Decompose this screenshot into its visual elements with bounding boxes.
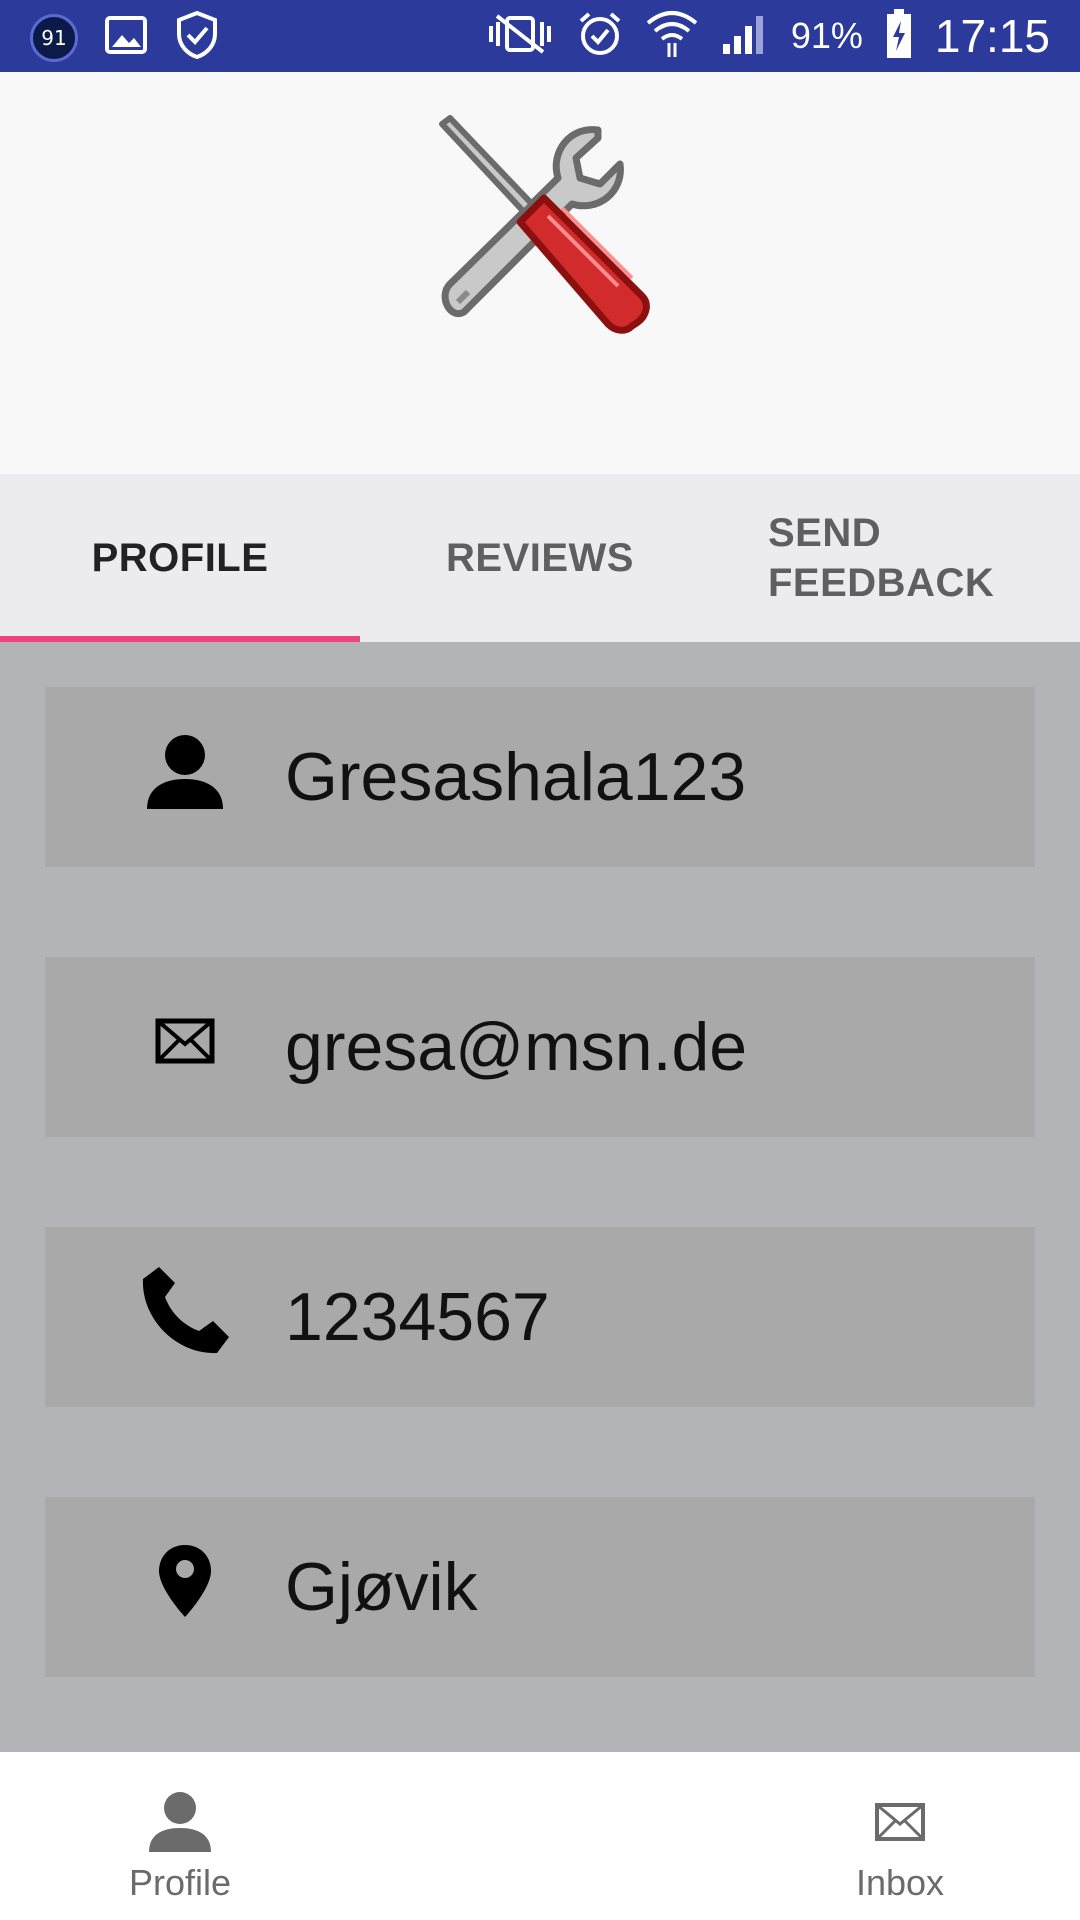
nav-profile-label: Profile: [128, 1862, 232, 1903]
nav-inbox-label: Inbox: [855, 1862, 945, 1903]
tools-logo: [420, 112, 680, 372]
phone-card: 1234567: [45, 1227, 1035, 1407]
alarm-icon: [577, 11, 623, 62]
battery-charging-icon: [885, 8, 913, 64]
username-card: Gresashala123: [45, 687, 1035, 867]
bottom-navigation: Profile Inbox: [0, 1752, 1080, 1920]
tab-reviews[interactable]: REVIEWS: [360, 474, 720, 642]
status-bar-right: 91% 17:15: [485, 0, 1050, 72]
nav-inbox[interactable]: Inbox: [780, 1752, 1020, 1920]
status-bar-left: 91: [30, 10, 220, 65]
notification-count-badge: 91: [30, 13, 78, 62]
tab-send-feedback[interactable]: SEND FEEDBACK: [768, 474, 1068, 642]
status-bar: 91 91% 17:15: [0, 0, 1080, 72]
phone-icon: [135, 1261, 235, 1361]
profile-content: Gresashala123 gresa@msn.de 1234567 Gjøvi…: [0, 642, 1080, 1752]
cell-signal-icon: [721, 12, 769, 61]
location-card: Gjøvik: [45, 1497, 1035, 1677]
tab-bar: PROFILE REVIEWS SEND FEEDBACK: [0, 474, 1080, 642]
wifi-icon: [645, 9, 699, 64]
envelope-icon: [135, 991, 235, 1091]
email-value: gresa@msn.de: [285, 1009, 748, 1085]
phone-value: 1234567: [285, 1279, 550, 1355]
map-pin-icon: [135, 1531, 235, 1631]
gallery-icon: [104, 13, 148, 62]
tab-send-feedback-line1: SEND: [768, 511, 882, 555]
clock: 17:15: [934, 10, 1050, 62]
tab-profile[interactable]: PROFILE: [0, 474, 360, 642]
tab-send-feedback-line2: FEEDBACK: [768, 561, 995, 605]
username-value: Gresashala123: [285, 739, 747, 815]
location-value: Gjøvik: [285, 1549, 478, 1625]
battery-percent: 91%: [790, 15, 863, 56]
header-area: [0, 72, 1080, 474]
person-icon: [135, 721, 235, 821]
nav-profile[interactable]: Profile: [60, 1752, 300, 1920]
vibrate-mute-icon: [485, 12, 555, 61]
envelope-icon: [860, 1782, 940, 1862]
person-icon: [140, 1782, 220, 1862]
email-card: gresa@msn.de: [45, 957, 1035, 1137]
shield-check-icon: [174, 10, 220, 65]
